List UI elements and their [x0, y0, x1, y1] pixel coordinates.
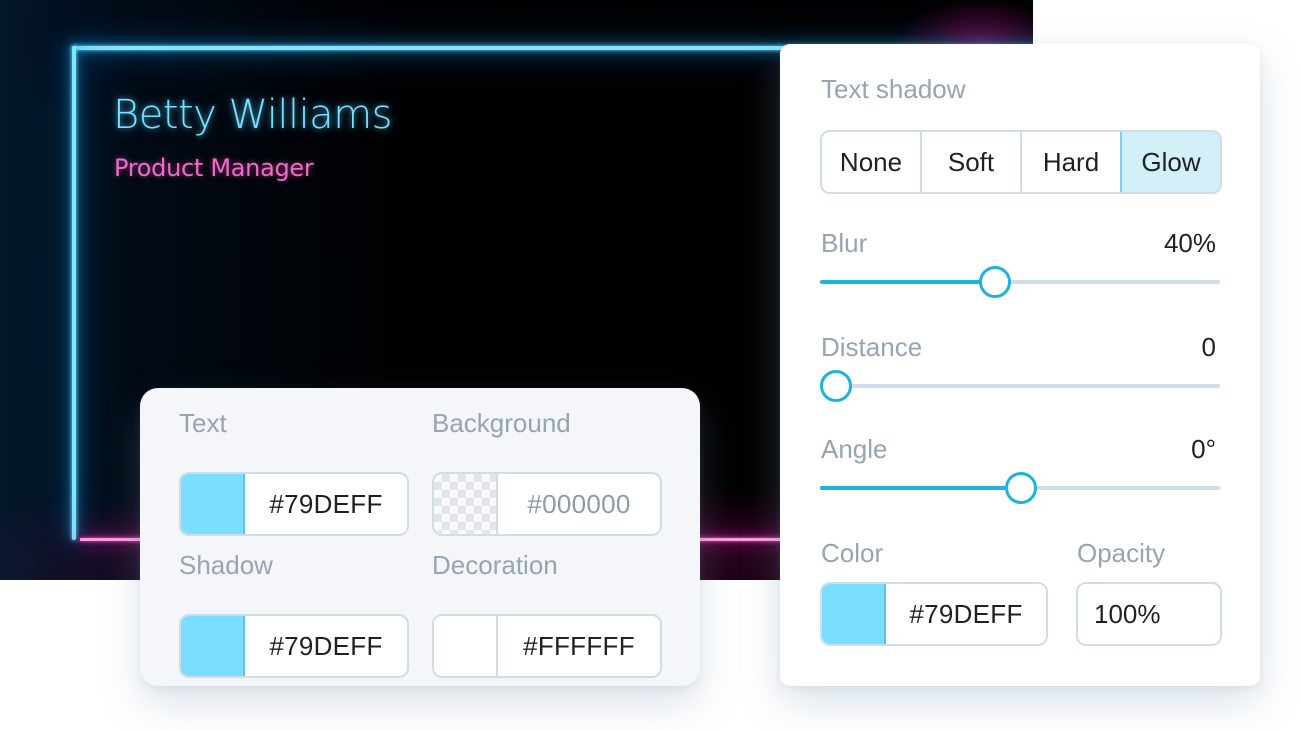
shadow-color-hex[interactable]: #79DEFF — [245, 616, 407, 676]
angle-slider-fill — [820, 486, 1020, 490]
distance-value: 0 — [1201, 332, 1216, 362]
angle-slider-row: Angle 0° — [820, 434, 1220, 524]
blur-label: Blur — [821, 228, 868, 258]
shadow-mode-hard[interactable]: Hard — [1020, 132, 1120, 192]
shadow-color-label: Shadow — [179, 550, 273, 580]
shadow-mode-soft[interactable]: Soft — [920, 132, 1020, 192]
background-color-label: Background — [432, 408, 571, 438]
blur-slider[interactable] — [820, 266, 1220, 298]
color-settings-panel: Text #79DEFF Background #000000 Shadow #… — [140, 388, 700, 686]
text-color-input[interactable]: #79DEFF — [179, 472, 409, 536]
neon-frame-left — [72, 46, 76, 540]
decoration-color-input[interactable]: #FFFFFF — [432, 614, 662, 678]
shadow-panel-color-input[interactable]: #79DEFF — [820, 582, 1048, 646]
blur-slider-fill — [820, 280, 995, 284]
shadow-mode-glow[interactable]: Glow — [1120, 132, 1220, 192]
distance-slider-thumb[interactable] — [820, 370, 852, 402]
decoration-color-hex[interactable]: #FFFFFF — [498, 616, 660, 676]
distance-slider-row: Distance 0 — [820, 332, 1220, 422]
decoration-color-swatch[interactable] — [434, 616, 498, 676]
shadow-panel-color-hex[interactable]: #79DEFF — [886, 584, 1046, 644]
shadow-opacity-title: Opacity — [1077, 538, 1166, 568]
shadow-panel-color-swatch[interactable] — [822, 584, 886, 644]
text-color-label: Text — [179, 408, 227, 438]
shadow-color-swatch[interactable] — [181, 616, 245, 676]
angle-label: Angle — [821, 434, 888, 464]
card-name-text[interactable]: Betty Williams — [113, 92, 393, 138]
angle-slider[interactable] — [820, 472, 1220, 504]
text-color-hex[interactable]: #79DEFF — [245, 474, 407, 534]
transparent-swatch-icon[interactable] — [434, 474, 498, 534]
background-color-input[interactable]: #000000 — [432, 472, 662, 536]
distance-label: Distance — [821, 332, 923, 362]
shadow-color-title: Color — [821, 538, 884, 568]
distance-slider[interactable] — [820, 370, 1220, 402]
decoration-color-label: Decoration — [432, 550, 558, 580]
text-shadow-panel: Text shadow None Soft Hard Glow Blur 40%… — [780, 44, 1260, 686]
blur-slider-row: Blur 40% — [820, 228, 1220, 318]
blur-slider-thumb[interactable] — [979, 266, 1012, 298]
angle-slider-thumb[interactable] — [1005, 472, 1037, 504]
blur-value: 40% — [1163, 228, 1216, 258]
angle-value: 0° — [1191, 434, 1216, 464]
shadow-opacity-input[interactable]: 100% — [1076, 582, 1222, 646]
text-shadow-title: Text shadow — [821, 74, 966, 104]
shadow-mode-none[interactable]: None — [822, 132, 920, 192]
text-color-swatch[interactable] — [181, 474, 245, 534]
shadow-mode-selector: None Soft Hard Glow — [820, 130, 1222, 194]
background-color-hex[interactable]: #000000 — [498, 474, 660, 534]
shadow-color-input[interactable]: #79DEFF — [179, 614, 409, 678]
card-job-title-text[interactable]: Product Manager — [114, 154, 314, 182]
